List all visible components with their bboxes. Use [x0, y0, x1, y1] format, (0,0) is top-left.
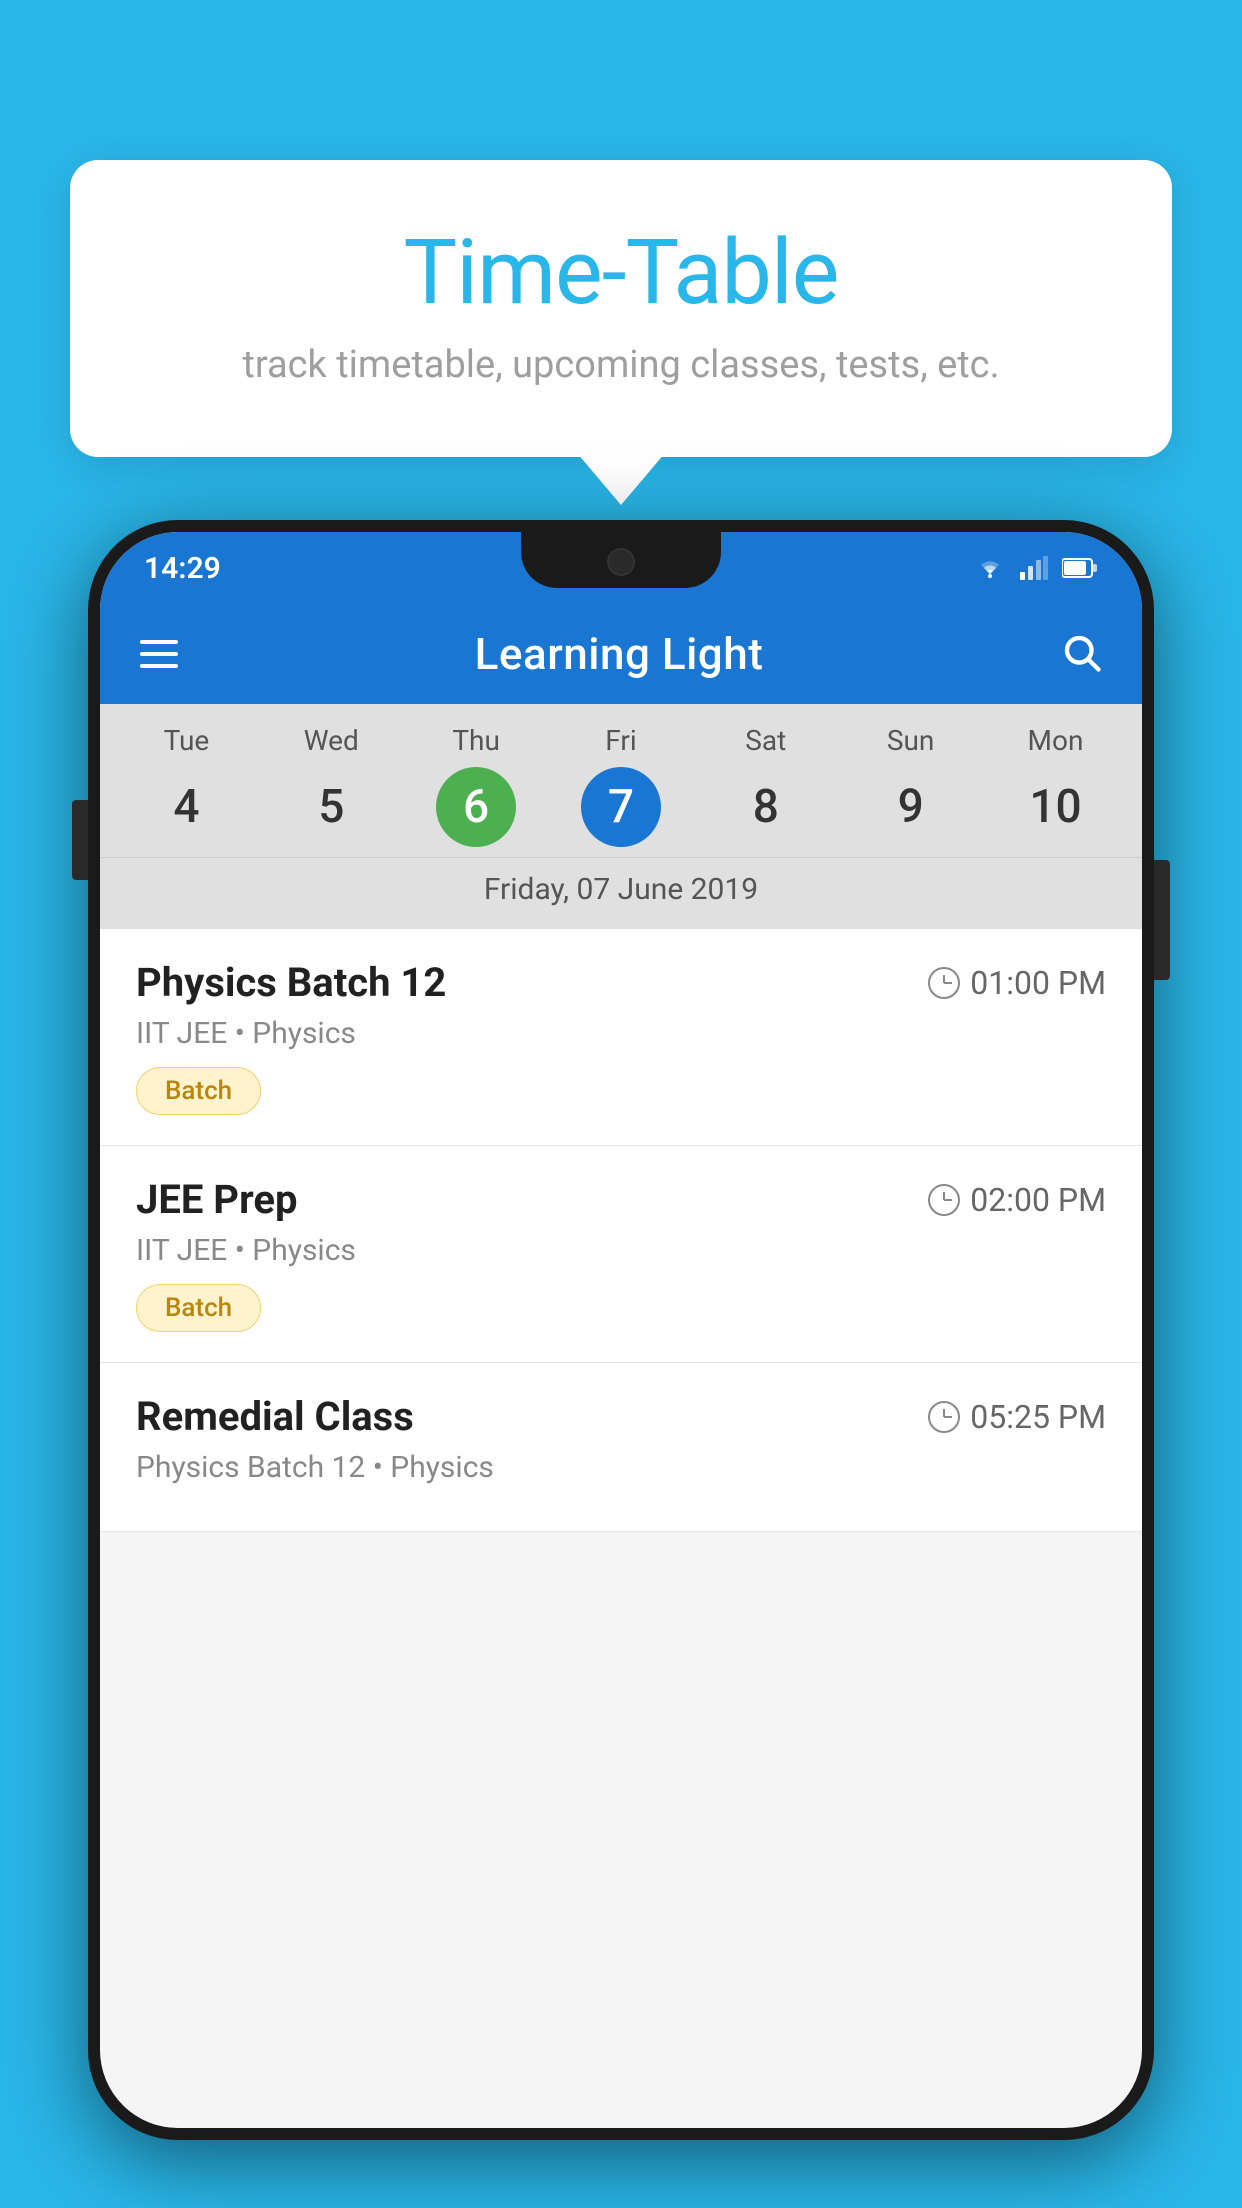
schedule-item[interactable]: Remedial Class 05:25 PM Physics Batch 12… [100, 1363, 1142, 1532]
phone-camera [607, 548, 635, 576]
phone-screen: 14:29 [100, 532, 1142, 2128]
app-title: Learning Light [178, 628, 1060, 680]
schedule-item[interactable]: Physics Batch 12 01:00 PM IIT JEE • Phys… [100, 929, 1142, 1146]
schedule-item-header: Remedial Class 05:25 PM [136, 1393, 1106, 1440]
day-number[interactable]: 4 [146, 767, 226, 847]
clock-icon [928, 1184, 960, 1216]
volume-button [72, 800, 88, 880]
day-number[interactable]: 6 [436, 767, 516, 847]
schedule-item-time: 05:25 PM [928, 1398, 1106, 1436]
schedule-item-header: JEE Prep 02:00 PM [136, 1176, 1106, 1223]
tooltip-subtitle: track timetable, upcoming classes, tests… [150, 343, 1092, 387]
selected-date-label: Friday, 07 June 2019 [100, 857, 1142, 929]
status-icons [974, 556, 1098, 580]
hamburger-menu[interactable] [140, 640, 178, 668]
clock-icon [928, 967, 960, 999]
days-row: Tue 4 Wed 5 Thu 6 Fri 7 Sat 8 Sun 9 Mon 10 [100, 724, 1142, 847]
phone-outer: 14:29 [88, 520, 1154, 2140]
schedule-item-header: Physics Batch 12 01:00 PM [136, 959, 1106, 1006]
day-number[interactable]: 9 [871, 767, 951, 847]
day-label: Fri [605, 724, 636, 757]
schedule-item[interactable]: JEE Prep 02:00 PM IIT JEE • Physics Batc… [100, 1146, 1142, 1363]
schedule-item-title: Physics Batch 12 [136, 959, 446, 1006]
power-button [1154, 860, 1170, 980]
day-label: Wed [304, 724, 359, 757]
phone-wrapper: 14:29 [88, 520, 1154, 2208]
batch-tag: Batch [136, 1284, 261, 1332]
day-label: Mon [1028, 724, 1084, 757]
schedule-item-subtitle: IIT JEE • Physics [136, 1016, 1106, 1051]
day-label: Sat [745, 724, 786, 757]
schedule-list: Physics Batch 12 01:00 PM IIT JEE • Phys… [100, 929, 1142, 1532]
schedule-item-title: Remedial Class [136, 1393, 414, 1440]
schedule-item-time: 01:00 PM [928, 964, 1106, 1002]
day-column[interactable]: Sat 8 [701, 724, 831, 847]
day-column[interactable]: Thu 6 [411, 724, 541, 847]
day-column[interactable]: Tue 4 [121, 724, 251, 847]
wifi-icon [974, 556, 1006, 580]
clock-icon [928, 1401, 960, 1433]
schedule-item-subtitle: Physics Batch 12 • Physics [136, 1450, 1106, 1485]
tooltip-title: Time-Table [150, 220, 1092, 325]
day-number[interactable]: 10 [1015, 767, 1095, 847]
schedule-item-title: JEE Prep [136, 1176, 297, 1223]
day-label: Thu [452, 724, 500, 757]
search-button[interactable] [1060, 631, 1102, 677]
day-number[interactable]: 5 [291, 767, 371, 847]
app-bar: Learning Light [100, 604, 1142, 704]
search-icon [1060, 631, 1102, 673]
schedule-item-time: 02:00 PM [928, 1181, 1106, 1219]
day-column[interactable]: Fri 7 [556, 724, 686, 847]
day-label: Sun [887, 724, 935, 757]
signal-icon [1020, 556, 1048, 580]
status-time: 14:29 [144, 551, 221, 586]
schedule-item-subtitle: IIT JEE • Physics [136, 1233, 1106, 1268]
day-column[interactable]: Mon 10 [990, 724, 1120, 847]
day-number[interactable]: 7 [581, 767, 661, 847]
battery-icon [1062, 557, 1098, 579]
day-label: Tue [164, 724, 210, 757]
day-column[interactable]: Sun 9 [846, 724, 976, 847]
day-number[interactable]: 8 [726, 767, 806, 847]
day-column[interactable]: Wed 5 [266, 724, 396, 847]
batch-tag: Batch [136, 1067, 261, 1115]
tooltip-card: Time-Table track timetable, upcoming cla… [70, 160, 1172, 457]
calendar-strip: Tue 4 Wed 5 Thu 6 Fri 7 Sat 8 Sun 9 Mon 10 Friday, 07… [100, 704, 1142, 929]
